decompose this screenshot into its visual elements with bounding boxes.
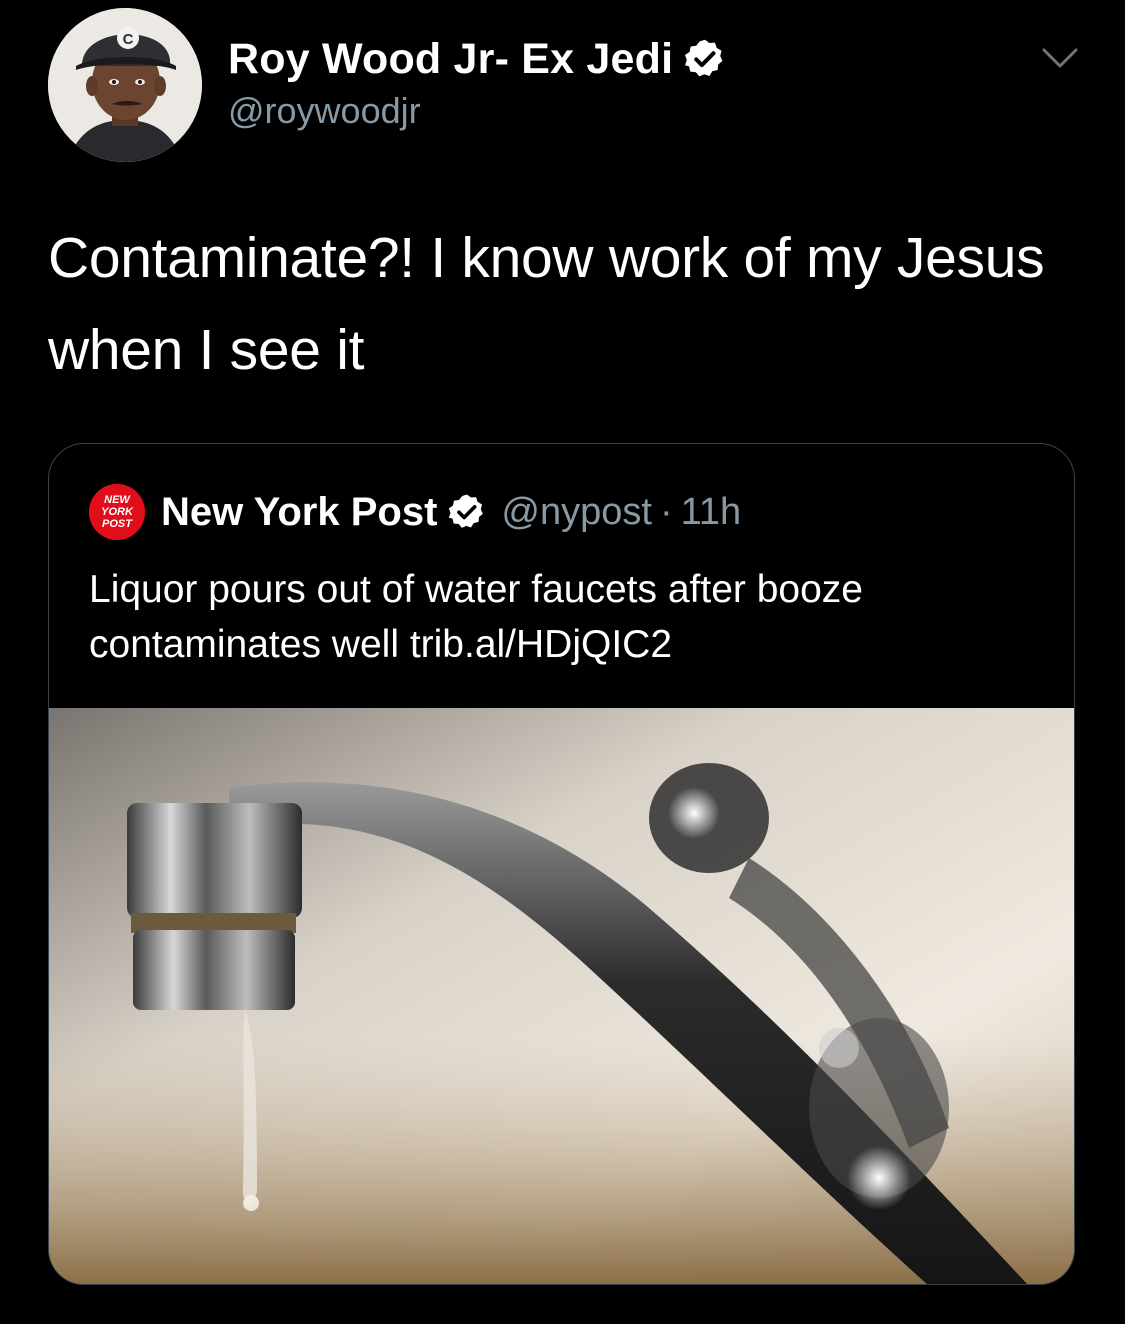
quoted-tweet-text: Liquor pours out of water faucets after …	[89, 568, 863, 666]
author-display-name[interactable]: Roy Wood Jr- Ex Jedi	[228, 35, 673, 84]
cap-letter: C	[123, 31, 134, 48]
logo-line-3: POST	[102, 518, 133, 530]
author-avatar[interactable]: C	[48, 8, 202, 162]
logo-line-2: YORK	[101, 506, 134, 518]
faucet-photo[interactable]	[49, 708, 1074, 1284]
quoted-tweet[interactable]: NEW YORK POST New York Post @nypost · 11…	[48, 443, 1075, 1285]
verified-badge-icon	[447, 492, 487, 532]
author-block: Roy Wood Jr- Ex Jedi @roywoodjr	[228, 30, 727, 132]
quoted-tweet-header: NEW YORK POST New York Post @nypost · 11…	[89, 482, 741, 542]
nypost-avatar[interactable]: NEW YORK POST	[89, 484, 145, 540]
verified-badge-icon	[683, 37, 727, 81]
quoted-display-name[interactable]: New York Post	[161, 490, 437, 535]
quoted-handle[interactable]: @nypost	[501, 491, 652, 534]
tweet-text: Contaminate?! I know work of my Jesus wh…	[48, 226, 1045, 382]
tweet[interactable]: C Roy Wood Jr- Ex Jedi @roywoodjr Contam…	[0, 0, 1125, 1324]
author-handle[interactable]: @roywoodjr	[228, 90, 727, 132]
quoted-timestamp[interactable]: 11h	[681, 491, 742, 534]
chevron-down-icon[interactable]	[1040, 44, 1080, 72]
logo-line-1: NEW	[104, 494, 131, 506]
separator-dot: ·	[659, 490, 673, 533]
